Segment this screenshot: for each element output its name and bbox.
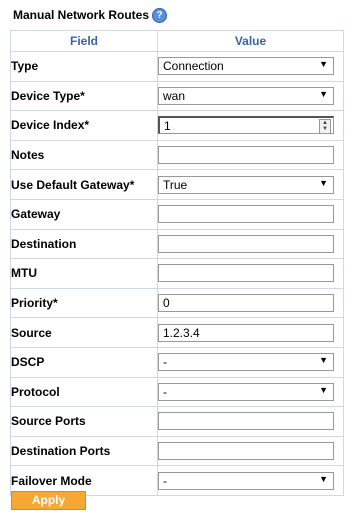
chevron-down-icon: ▼ bbox=[319, 177, 328, 188]
table-row: Source 1.2.3.4 bbox=[10, 317, 344, 348]
field-value-cell bbox=[157, 435, 344, 467]
table-row: Destination bbox=[10, 228, 344, 260]
destination-ports-input[interactable] bbox=[158, 442, 334, 461]
field-value-text: 1.2.3.4 bbox=[163, 325, 200, 340]
field-value-text: wan bbox=[163, 88, 186, 103]
field-label: Protocol bbox=[10, 376, 158, 408]
page-title: Manual Network Routes bbox=[13, 8, 150, 22]
field-value-cell: True ▼ bbox=[157, 169, 344, 200]
field-value-text: True bbox=[163, 177, 188, 192]
field-value-cell: wan ▼ bbox=[157, 80, 344, 112]
column-header-field: Field bbox=[10, 30, 158, 52]
field-value-cell bbox=[157, 258, 344, 289]
field-value-cell: - ▼ bbox=[157, 346, 344, 378]
protocol-select[interactable]: - ▼ bbox=[158, 382, 334, 401]
field-value-cell: - ▼ bbox=[157, 376, 344, 408]
field-label: Source bbox=[10, 317, 158, 348]
field-label: DSCP bbox=[10, 346, 158, 378]
field-value-cell: 1 ▲ ▼ bbox=[157, 110, 344, 141]
field-value-cell bbox=[157, 228, 344, 260]
table-row: DSCP - ▼ bbox=[10, 346, 344, 378]
device-type-select[interactable]: wan ▼ bbox=[158, 86, 334, 105]
table-row: MTU bbox=[10, 258, 344, 289]
field-label: MTU bbox=[10, 258, 158, 289]
table-row: Use Default Gateway* True ▼ bbox=[10, 169, 344, 200]
field-value-text: - bbox=[163, 355, 167, 370]
field-value-cell: Connection ▼ bbox=[157, 51, 344, 82]
source-input[interactable]: 1.2.3.4 bbox=[158, 323, 334, 342]
table-row: Priority* 0 bbox=[10, 287, 344, 319]
field-value-cell: 1.2.3.4 bbox=[157, 317, 344, 348]
field-label: Destination bbox=[10, 228, 158, 260]
chevron-down-icon: ▼ bbox=[319, 59, 328, 70]
priority-input[interactable]: 0 bbox=[158, 294, 334, 313]
table-row: Protocol - ▼ bbox=[10, 376, 344, 408]
field-value-text: Connection bbox=[163, 59, 224, 74]
chevron-down-icon: ▼ bbox=[319, 384, 328, 395]
chevron-down-icon: ▼ bbox=[319, 473, 328, 484]
field-label: Use Default Gateway* bbox=[10, 169, 158, 200]
dscp-select[interactable]: - ▼ bbox=[158, 353, 334, 372]
type-select[interactable]: Connection ▼ bbox=[158, 57, 334, 76]
field-value-cell bbox=[157, 406, 344, 437]
field-value-text: - bbox=[163, 384, 167, 399]
routes-table: Field Value Type Connection ▼ Device Type* w… bbox=[10, 30, 344, 496]
help-icon[interactable]: ? bbox=[152, 7, 168, 23]
use-default-gateway-select[interactable]: True ▼ bbox=[158, 175, 334, 194]
gateway-input[interactable] bbox=[158, 205, 334, 224]
mtu-input[interactable] bbox=[158, 264, 334, 283]
failover-mode-select[interactable]: - ▼ bbox=[158, 471, 334, 490]
chevron-down-icon: ▼ bbox=[319, 88, 328, 99]
field-label: Priority* bbox=[10, 287, 158, 319]
field-value-cell: 0 bbox=[157, 287, 344, 319]
field-value-cell bbox=[157, 139, 344, 171]
chevron-down-icon: ▼ bbox=[319, 355, 328, 366]
field-value-cell: - ▼ bbox=[157, 465, 344, 496]
table-row: Device Index* 1 ▲ ▼ bbox=[10, 110, 344, 141]
destination-input[interactable] bbox=[158, 234, 334, 253]
device-index-input[interactable]: 1 ▲ ▼ bbox=[158, 116, 334, 135]
field-label: Notes bbox=[10, 139, 158, 171]
field-value-text: 0 bbox=[163, 296, 170, 311]
field-label: Device Type* bbox=[10, 80, 158, 112]
field-value-text: - bbox=[163, 473, 167, 488]
apply-button[interactable]: Apply bbox=[11, 491, 86, 510]
table-row: Device Type* wan ▼ bbox=[10, 80, 344, 112]
field-label: Type bbox=[10, 51, 158, 82]
table-row: Notes bbox=[10, 139, 344, 171]
field-label: Device Index* bbox=[10, 110, 158, 141]
table-row: Type Connection ▼ bbox=[10, 51, 344, 82]
field-label: Gateway bbox=[10, 198, 158, 230]
field-label: Source Ports bbox=[10, 406, 158, 437]
table-row: Destination Ports bbox=[10, 435, 344, 467]
table-row: Gateway bbox=[10, 198, 344, 230]
source-ports-input[interactable] bbox=[158, 412, 334, 431]
field-value-text: 1 bbox=[164, 118, 171, 133]
field-value-cell bbox=[157, 198, 344, 230]
field-label: Destination Ports bbox=[10, 435, 158, 467]
notes-input[interactable] bbox=[158, 146, 334, 165]
table-header-row: Field Value bbox=[10, 30, 344, 52]
table-row: Source Ports bbox=[10, 406, 344, 437]
page-header: Manual Network Routes ? bbox=[13, 7, 168, 23]
spinner-icon[interactable]: ▲ ▼ bbox=[319, 119, 331, 135]
column-header-value: Value bbox=[157, 30, 344, 52]
